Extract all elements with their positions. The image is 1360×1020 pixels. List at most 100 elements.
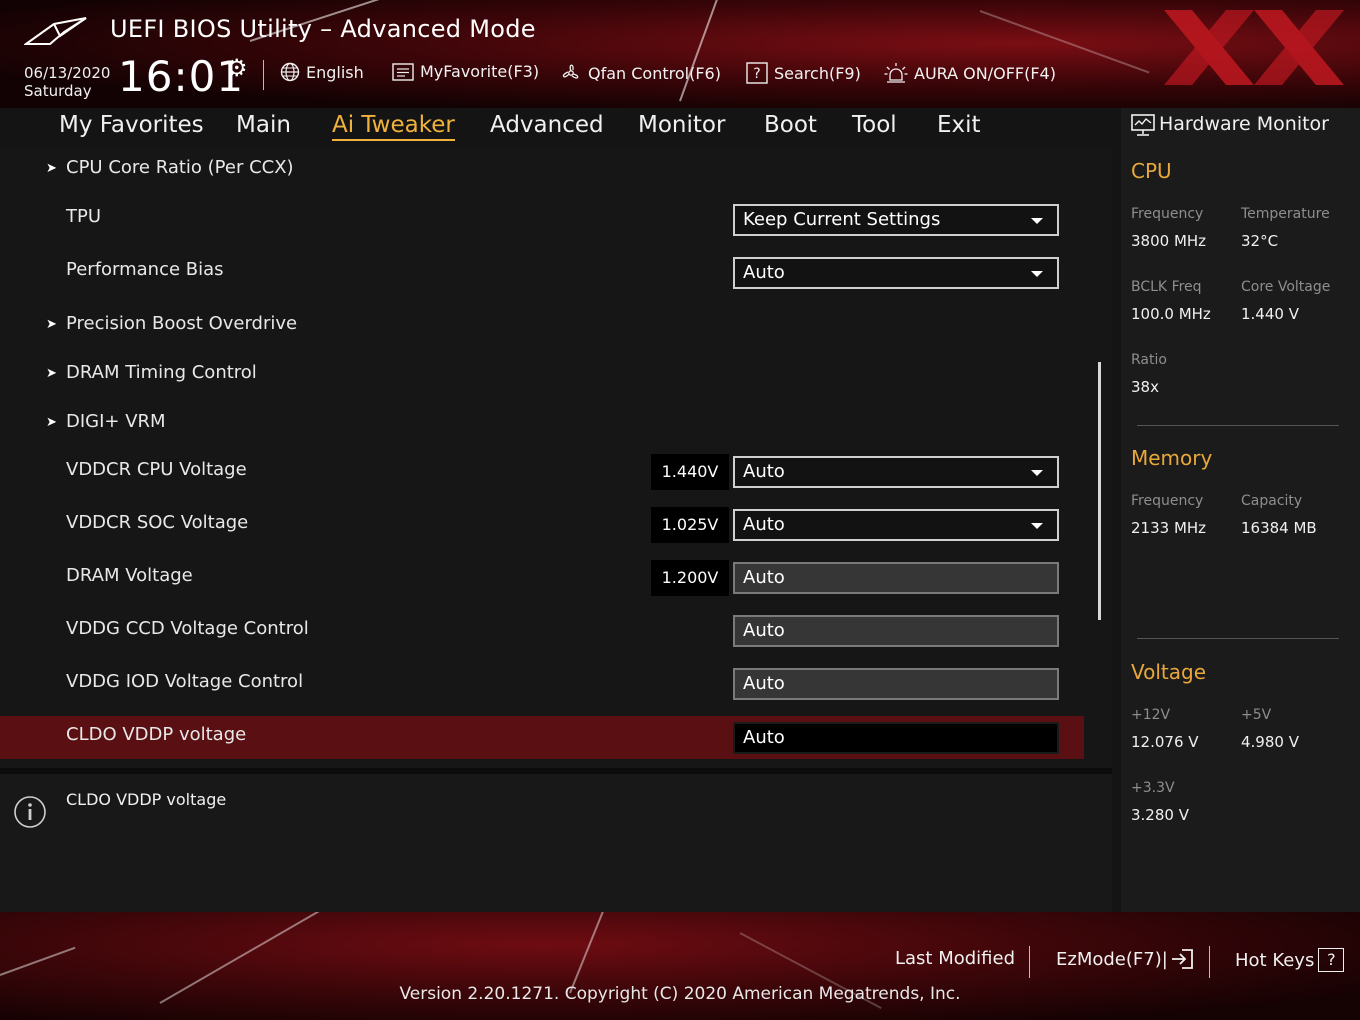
field-value: Auto [743,567,785,588]
aura-label: AURA ON/OFF(F4) [914,63,1056,83]
search-help-icon: ? [746,62,768,84]
date-text: 06/13/2020 [24,64,111,82]
main-menu: My Favorites Main Ai Tweaker Advanced Mo… [0,108,1112,149]
setting-row-vddg-ccd-voltage[interactable]: VDDG CCD Voltage Control Auto [0,605,1084,658]
dram-voltage-field[interactable]: Auto [733,562,1059,594]
cpu-frequency-label: Frequency [1131,206,1204,222]
cpu-temperature-value: 32°C [1241,232,1279,250]
header-streak [679,0,733,102]
setting-label: Performance Bias [66,259,224,280]
favorite-list-icon [392,62,414,81]
bclk-value: 100.0 MHz [1131,305,1211,323]
voltage-reading: 1.440V [651,454,729,490]
tab-boot[interactable]: Boot [764,112,817,138]
qfan-label: Qfan Control(F6) [588,63,721,83]
help-key-icon: ? [1318,948,1345,972]
myfavorite-label: MyFavorite(F3) [420,62,540,81]
language-button[interactable]: English [280,62,364,82]
performance-bias-dropdown[interactable]: Auto [733,257,1059,289]
setting-label: CLDO VDDP voltage [66,724,247,745]
date-display[interactable]: 06/13/2020 Saturday [24,64,110,100]
field-value: Auto [743,620,785,641]
cpu-temperature-label: Temperature [1241,206,1330,222]
voltage-reading: 1.200V [651,560,729,596]
ezmode-button[interactable]: EzMode(F7)| [1056,948,1194,970]
setting-row-cldo-vddp-voltage[interactable]: CLDO VDDP voltage Auto [0,716,1084,759]
hardware-monitor-panel: Hardware Monitor CPU Frequency 3800 MHz … [1121,108,1360,912]
footer-streak [569,912,613,994]
qfan-button[interactable]: Qfan Control(F6) [560,62,721,84]
memory-capacity-value: 16384 MB [1241,519,1317,537]
setting-row-vddcr-soc-voltage[interactable]: VDDCR SOC Voltage 1.025V Auto [0,499,1084,552]
tab-advanced[interactable]: Advanced [490,112,604,138]
tpu-dropdown[interactable]: Keep Current Settings [733,204,1059,236]
v33-label: +3.3V [1131,780,1175,796]
v5-value: 4.980 V [1241,733,1299,751]
globe-icon [280,62,300,82]
setting-row-performance-bias[interactable]: Performance Bias Auto [0,245,1084,298]
hot-keys-button[interactable]: Hot Keys ? [1235,948,1345,972]
aura-button[interactable]: AURA ON/OFF(F4) [884,62,1056,84]
setting-row-dram-voltage[interactable]: DRAM Voltage 1.200V Auto [0,552,1084,605]
dropdown-value: Keep Current Settings [743,209,941,230]
vddcr-soc-dropdown[interactable]: Auto [733,509,1059,541]
day-text: Saturday [24,82,92,100]
setting-label: VDDG IOD Voltage Control [66,671,304,692]
memory-capacity-label: Capacity [1241,493,1303,509]
myfavorite-button[interactable]: MyFavorite(F3) [392,62,539,81]
setting-label: VDDG CCD Voltage Control [66,618,309,639]
settings-panel: ➤ CPU Core Ratio (Per CCX) TPU Keep Curr… [0,148,1112,768]
header: UEFI BIOS Utility – Advanced Mode 06/13/… [0,0,1360,108]
setting-row-precision-boost-overdrive[interactable]: ➤ Precision Boost Overdrive [0,299,1084,352]
vddg-ccd-field[interactable]: Auto [733,615,1059,647]
divider [1209,946,1210,978]
vddcr-cpu-dropdown[interactable]: Auto [733,456,1059,488]
setting-row-vddg-iod-voltage[interactable]: VDDG IOD Voltage Control Auto [0,658,1084,711]
app-title: UEFI BIOS Utility – Advanced Mode [110,15,536,43]
setting-label: CPU Core Ratio (Per CCX) [66,157,294,178]
field-value: Auto [743,727,785,748]
tab-tool[interactable]: Tool [852,112,897,138]
setting-row-tpu[interactable]: TPU Keep Current Settings [0,192,1084,245]
setting-row-dram-timing-control[interactable]: ➤ DRAM Timing Control [0,348,1084,401]
tab-main[interactable]: Main [236,112,291,138]
setting-row-digi-vrm[interactable]: ➤ DIGI+ VRM [0,397,1084,450]
help-text: CLDO VDDP voltage [66,790,227,809]
fan-icon [562,64,579,79]
scrollbar[interactable] [1098,362,1101,620]
voltage-section-title: Voltage [1131,660,1207,684]
last-modified-button[interactable]: Last Modified [895,948,1015,969]
rog-logo-icon [24,17,87,45]
vddg-iod-field[interactable]: Auto [733,668,1059,700]
v5-label: +5V [1241,707,1272,723]
memory-frequency-value: 2133 MHz [1131,519,1207,537]
tab-monitor[interactable]: Monitor [638,112,725,138]
setting-row-vddcr-cpu-voltage[interactable]: VDDCR CPU Voltage 1.440V Auto [0,446,1084,499]
tab-exit[interactable]: Exit [937,112,981,138]
ratio-label: Ratio [1131,352,1167,368]
tab-ai-tweaker[interactable]: Ai Tweaker [332,112,455,141]
caret-down-icon [1031,271,1043,277]
dropdown-value: Auto [743,461,785,482]
core-voltage-value: 1.440 V [1241,305,1299,323]
ezmode-label: EzMode(F7)| [1056,948,1168,970]
exit-arrow-icon [1171,949,1193,969]
setting-label: VDDCR SOC Voltage [66,512,249,533]
dropdown-value: Auto [743,514,785,535]
setting-label: DIGI+ VRM [66,411,166,432]
hardware-monitor-title: Hardware Monitor [1159,113,1329,135]
divider [1137,425,1339,426]
submenu-arrow-icon: ➤ [46,317,57,332]
caret-down-icon [1031,523,1043,529]
tab-my-favorites[interactable]: My Favorites [59,112,204,138]
bclk-label: BCLK Freq [1131,279,1202,295]
svg-text:?: ? [753,66,760,82]
gear-icon[interactable]: ⚙ [226,54,248,82]
cldo-vddp-field[interactable]: Auto [733,722,1059,754]
v12-value: 12.076 V [1131,733,1199,751]
core-voltage-label: Core Voltage [1241,279,1331,295]
memory-frequency-label: Frequency [1131,493,1204,509]
memory-section-title: Memory [1131,446,1213,470]
search-button[interactable]: ? Search(F9) [746,62,861,84]
language-label: English [306,62,364,82]
